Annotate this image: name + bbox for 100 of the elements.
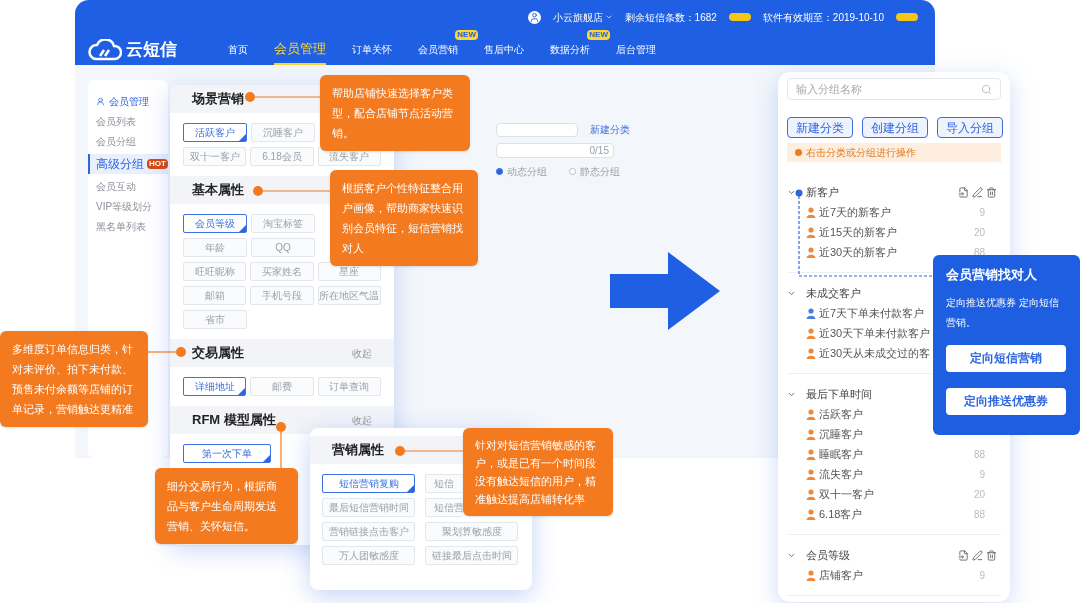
arrow-icon <box>610 252 720 330</box>
alert-icon <box>795 149 802 156</box>
select-field[interactable] <box>496 122 578 137</box>
tag-option[interactable]: 6.18会员 <box>250 147 314 166</box>
pill-button[interactable] <box>728 13 751 21</box>
group-item[interactable]: 6.18客户 <box>806 505 863 523</box>
group-item[interactable]: 沉睡客户 <box>806 425 863 443</box>
tag-option[interactable]: 链接最后点击时间 <box>425 546 518 565</box>
item-count: 20 <box>973 225 985 240</box>
sms-count: 剩余短信条数：1682 <box>624 10 717 25</box>
leader-line <box>395 446 464 456</box>
tag-option[interactable]: 短信营 <box>425 498 463 517</box>
radio-option[interactable]: 静态分组 <box>569 164 620 179</box>
action-button[interactable]: 导入分组 <box>937 117 1003 138</box>
caret-icon[interactable] <box>604 13 613 21</box>
group-title[interactable]: 最后下单时间 <box>787 385 872 403</box>
callout-box: 针对对短信营销敏感的客户，或是已有一个时间段没有触达短信的用户，精准触达提高店铺转化率 <box>463 428 613 516</box>
group-item[interactable]: 近30天的新客户 <box>806 243 898 261</box>
tag-option[interactable]: QQ <box>251 238 315 257</box>
pencil-icon[interactable] <box>972 186 983 198</box>
tag-option[interactable]: 旺旺昵称 <box>183 262 247 281</box>
group-item[interactable]: 近7天的新客户 <box>806 203 892 221</box>
person-icon <box>96 97 105 106</box>
callout-box: 根据客户个性特征整合用户画像，帮助商家快速识别会员特征，短信营销找对人 <box>330 170 478 266</box>
tag-option[interactable]: 万人团敏感度 <box>322 546 415 565</box>
leader-line <box>276 422 286 469</box>
nav-tab[interactable]: 数据分析 <box>550 34 590 65</box>
tag-option[interactable]: 年龄 <box>183 238 247 257</box>
shop-name[interactable]: 小云旗舰店 <box>552 9 603 25</box>
nav-tab[interactable]: 后台管理 <box>616 34 656 65</box>
group-item[interactable]: 近7天下单未付款客户 <box>806 304 925 322</box>
tag-option[interactable]: 最后短信营销时间 <box>322 498 415 517</box>
group-item[interactable]: 睡眠客户 <box>806 445 863 463</box>
tag-option[interactable]: 会员等级 <box>183 214 247 233</box>
nav-tab[interactable]: 会员管理 <box>274 34 326 65</box>
sidebar-item[interactable]: 高级分组 HOT <box>88 154 168 174</box>
group-title[interactable]: 未成交客户 <box>787 284 861 302</box>
sidebar-item[interactable]: 会员分组 <box>96 134 136 149</box>
cloud-logo-icon <box>88 38 122 61</box>
section-title: 交易属性 <box>192 344 244 363</box>
group-item[interactable]: 近30天从未成交过的客 <box>806 344 931 362</box>
group-title[interactable]: 新客户 <box>787 183 839 201</box>
sidebar-item[interactable]: VIP等级划分 <box>96 199 153 214</box>
tag-option[interactable]: 详细地址 <box>183 377 247 396</box>
radio-option[interactable]: 动态分组 <box>496 164 547 179</box>
group-item[interactable]: 店铺客户 <box>806 566 863 584</box>
nav-tab[interactable]: 首页 <box>228 34 248 65</box>
new-badge: NEW <box>587 30 610 40</box>
group-title[interactable]: 会员等级 <box>787 546 850 564</box>
section-title: 营销属性 <box>332 441 384 460</box>
name-field[interactable]: 0/15 <box>496 143 614 158</box>
tag-option[interactable]: 省市 <box>183 310 247 329</box>
callout-box: 细分交易行为，根据商品与客户生命周期发送营销、关怀短信。 <box>155 468 298 544</box>
sidebar-item[interactable]: 黑名单列表 <box>96 219 146 234</box>
nav-tab[interactable]: 会员营销 <box>418 34 458 65</box>
tooltip-button[interactable]: 定向短信营销 <box>946 344 1066 372</box>
sidebar-item[interactable]: 会员互动 <box>96 179 136 194</box>
tag-option[interactable]: 邮费 <box>250 377 314 396</box>
action-button[interactable]: 创建分组 <box>862 117 928 138</box>
action-button[interactable]: 新建分类 <box>787 117 853 138</box>
tag-option[interactable]: 聚划算敏感度 <box>425 522 518 541</box>
collapse-link[interactable]: 收起 <box>352 412 372 428</box>
group-item[interactable]: 双十一客户 <box>806 485 874 503</box>
section-title: 场景营销 <box>192 90 244 109</box>
group-item[interactable]: 近15天的新客户 <box>806 223 898 241</box>
collapse-link[interactable]: 收起 <box>352 345 372 361</box>
tag-option[interactable]: 买家姓名 <box>250 262 314 281</box>
group-item[interactable]: 活跃客户 <box>806 405 863 423</box>
sidebar-item[interactable]: 会员列表 <box>96 114 136 129</box>
tag-option[interactable]: 邮箱 <box>183 286 247 305</box>
tag-option[interactable]: 短信营销复购 <box>322 474 415 493</box>
pill-button[interactable] <box>896 13 918 21</box>
file-icon[interactable] <box>958 186 969 198</box>
new-category-link[interactable]: 新建分类 <box>590 122 630 137</box>
item-count: 88 <box>973 507 985 522</box>
tag-option[interactable]: 所在地区气温 <box>317 286 381 305</box>
sidebar-title: 会员管理 <box>109 95 149 109</box>
item-count: 9 <box>979 205 985 220</box>
tag-option[interactable]: 营销链接点击客户 <box>322 522 415 541</box>
pencil-icon[interactable] <box>972 549 983 561</box>
tooltip-text: 定向推送优惠券 定向短信营销。 <box>946 295 1060 330</box>
tag-option[interactable]: 活跃客户 <box>183 123 247 142</box>
tag-option[interactable]: 第一次下单 <box>183 444 271 463</box>
search-field[interactable]: 输入分组名称 <box>787 78 1001 100</box>
tag-option[interactable]: 订单查询 <box>317 377 381 396</box>
tooltip-button[interactable]: 定向推送优惠券 <box>946 387 1066 415</box>
item-count: 9 <box>979 568 985 583</box>
trash-icon[interactable] <box>986 549 997 561</box>
group-item[interactable]: 近30天下单未付款客户 <box>806 324 931 342</box>
tag-option[interactable]: 沉睡客户 <box>251 123 315 142</box>
file-icon[interactable] <box>958 549 969 561</box>
nav-tab[interactable]: 订单关怀 <box>352 34 392 65</box>
tag-option[interactable]: 短信 <box>425 474 463 493</box>
avatar-icon[interactable] <box>527 10 541 24</box>
section-title: 基本属性 <box>192 181 244 200</box>
trash-icon[interactable] <box>986 186 997 198</box>
nav-tab[interactable]: 售后中心 <box>484 34 524 65</box>
tag-option[interactable]: 淘宝标签 <box>251 214 315 233</box>
tag-option[interactable]: 手机号段 <box>250 286 314 305</box>
group-item[interactable]: 流失客户 <box>806 465 863 483</box>
